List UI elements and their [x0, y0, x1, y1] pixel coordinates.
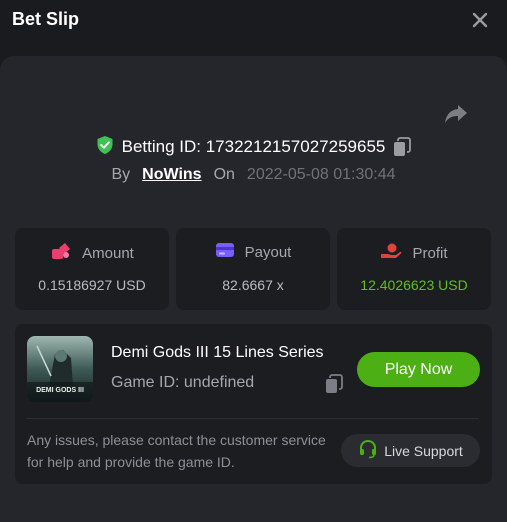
- profit-value: 12.4026623 USD: [360, 277, 468, 293]
- close-icon[interactable]: [470, 10, 490, 30]
- game-thumbnail-title: DEMI GODS III: [36, 387, 84, 394]
- card-icon: [215, 242, 235, 262]
- play-now-button[interactable]: Play Now: [357, 352, 480, 387]
- betting-id-row: Betting ID: 1732212157027259655: [0, 134, 507, 160]
- share-icon[interactable]: [443, 102, 469, 126]
- game-thumbnail[interactable]: DEMI GODS III: [27, 336, 93, 402]
- dialog-header: Bet Slip: [0, 0, 507, 40]
- payout-card: Payout 82.6667 x: [176, 228, 330, 310]
- copy-game-id-icon[interactable]: [325, 374, 343, 399]
- dialog-title: Bet Slip: [12, 9, 80, 29]
- on-label: On: [213, 166, 235, 183]
- payout-value: 82.6667 x: [222, 277, 284, 293]
- amount-card: Amount 0.15186927 USD: [15, 228, 169, 310]
- live-support-button[interactable]: Live Support: [341, 434, 480, 467]
- headset-icon: [358, 439, 378, 462]
- shield-check-icon: [96, 135, 114, 160]
- live-support-label: Live Support: [384, 442, 463, 459]
- by-label: By: [111, 166, 131, 183]
- support-info-text: Any issues, please contact the customer …: [27, 432, 326, 470]
- username-link[interactable]: NoWins: [142, 166, 201, 184]
- money-hand-icon: [380, 242, 402, 264]
- amount-value: 0.15186927 USD: [38, 277, 146, 293]
- profit-label: Profit: [412, 244, 448, 262]
- copy-icon[interactable]: [393, 137, 412, 157]
- bet-meta-row: By NoWins On 2022-05-08 01:30:44: [0, 163, 507, 187]
- profit-card: Profit 12.4026623 USD: [337, 228, 491, 310]
- divider: [27, 418, 479, 419]
- game-id: Game ID: undefined: [111, 374, 255, 391]
- payout-label: Payout: [244, 243, 292, 261]
- amount-label: Amount: [82, 244, 134, 262]
- betting-id: Betting ID: 1732212157027259655: [121, 137, 386, 156]
- bet-datetime: 2022-05-08 01:30:44: [246, 166, 396, 183]
- game-name: Demi Gods III 15 Lines Series: [111, 344, 324, 361]
- coins-icon: [50, 242, 72, 264]
